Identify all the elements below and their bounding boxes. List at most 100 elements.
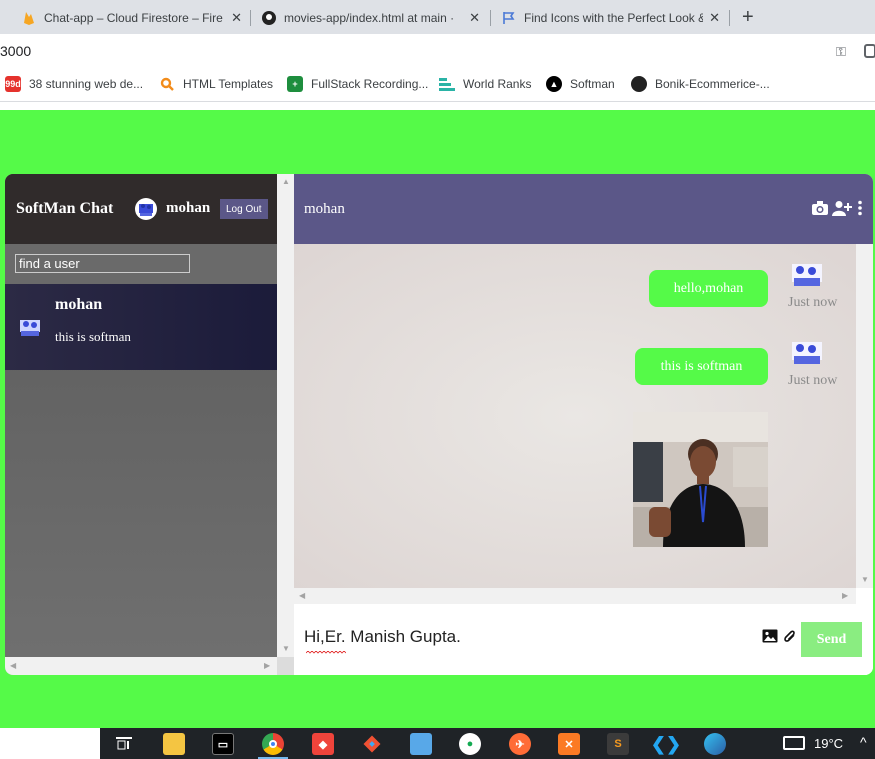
chat-contact-name: mohan (304, 201, 345, 217)
list-item[interactable]: mohan this is softman (5, 284, 277, 370)
github-icon (262, 11, 276, 25)
messages-vertical-scrollbar[interactable]: ▼ (856, 244, 873, 588)
postman-icon[interactable]: ✈ (509, 733, 531, 755)
bookmark-bonik[interactable]: Bonik-Ecommerice-... (631, 76, 770, 92)
tab-separator (250, 10, 251, 26)
bookmark-label: 38 stunning web de... (29, 77, 144, 91)
anydesk-icon[interactable]: ◆ (312, 733, 334, 755)
avatar (790, 338, 824, 368)
image-icon[interactable] (762, 629, 778, 648)
messages-horizontal-scrollbar[interactable]: ◀ ▶ (294, 588, 856, 604)
bars-icon (439, 76, 455, 92)
weather-icon[interactable] (783, 736, 805, 750)
flag-icon (502, 11, 516, 25)
task-view-icon[interactable] (113, 733, 135, 755)
search-input[interactable] (15, 254, 190, 273)
xampp-icon[interactable]: ✕ (558, 733, 580, 755)
chat-item-name: mohan (55, 296, 103, 313)
avatar (135, 198, 157, 220)
avatar (790, 260, 824, 290)
bookmark-fullstack[interactable]: + FullStack Recording... (287, 76, 428, 92)
tab-separator (490, 10, 491, 26)
chat-panel: mohan hello,mohan Just now this is softm… (294, 174, 873, 675)
spellcheck-underline (306, 651, 346, 654)
page-background: SoftMan Chat mohan Log Out mohan this is… (0, 110, 875, 728)
notepad-icon[interactable] (410, 733, 432, 755)
temperature-text[interactable]: 19°C (814, 736, 843, 751)
message-composer: Send (294, 604, 873, 675)
edge-icon[interactable] (704, 733, 726, 755)
add-user-icon[interactable] (832, 200, 852, 221)
message-bubble: this is softman (635, 348, 768, 385)
new-tab-button[interactable]: + (742, 6, 754, 29)
sidebar-horizontal-scrollbar[interactable]: ◀ ▶ (5, 657, 277, 675)
chrome-icon[interactable] (262, 733, 284, 755)
arrow-left-icon[interactable]: ◀ (299, 591, 305, 600)
arrow-right-icon[interactable]: ▶ (264, 661, 270, 670)
url-text[interactable]: 3000 (0, 43, 31, 59)
arrow-down-icon[interactable]: ▼ (282, 644, 290, 653)
bookmark-label: World Ranks (463, 77, 532, 91)
sheet-icon: + (287, 76, 303, 92)
bookmark-38-stunning[interactable]: 99d 38 stunning web de... (5, 76, 143, 92)
address-bar[interactable]: 3000 ⚿ (0, 34, 875, 68)
logout-button[interactable]: Log Out (220, 199, 268, 219)
key-icon[interactable]: ⚿ (836, 44, 846, 60)
chevron-up-icon[interactable]: ^ (860, 734, 867, 750)
brand-title: SoftMan Chat (16, 200, 114, 217)
send-button[interactable]: Send (801, 622, 862, 657)
message-bubble: hello,mohan (649, 270, 768, 307)
arrow-left-icon[interactable]: ◀ (10, 661, 16, 670)
close-icon[interactable]: ✕ (469, 10, 480, 26)
tab-chat-app[interactable]: Chat-app – Cloud Firestore – Fire ✕ (14, 4, 250, 32)
browser-tab-bar: Chat-app – Cloud Firestore – Fire ✕ movi… (0, 0, 875, 34)
avatar (17, 314, 43, 340)
terminal-icon[interactable]: ▭ (212, 733, 234, 755)
tab-label: Chat-app – Cloud Firestore – Fire (44, 11, 223, 25)
github-icon (631, 76, 647, 92)
bookmark-softman[interactable]: ▲ Softman (546, 76, 615, 92)
arrow-right-icon[interactable]: ▶ (842, 591, 848, 600)
sidebar-header: SoftMan Chat mohan Log Out (5, 174, 277, 244)
message-timestamp: Just now (788, 373, 838, 388)
bookmarks-bar: 99d 38 stunning web de... HTML Templates… (0, 68, 875, 102)
sidebar: SoftMan Chat mohan Log Out mohan this is… (5, 174, 277, 675)
arrow-down-icon[interactable]: ▼ (861, 575, 869, 584)
mongodb-icon[interactable]: ● (459, 733, 481, 755)
paperclip-icon[interactable] (783, 629, 797, 649)
softman-icon: ▲ (546, 76, 562, 92)
extension-icon[interactable] (864, 44, 875, 58)
99d-icon: 99d (5, 76, 21, 92)
sublime-icon[interactable]: S (607, 733, 629, 755)
message-photo (633, 412, 768, 547)
more-options-icon[interactable] (858, 200, 862, 221)
sidebar-vertical-scrollbar[interactable]: ▲ ▼ (277, 174, 294, 657)
close-icon[interactable]: ✕ (709, 10, 720, 26)
chat-header: mohan (294, 174, 873, 244)
vscode-icon[interactable]: ❮❯ (651, 733, 681, 755)
file-explorer-icon[interactable] (163, 733, 185, 755)
git-icon[interactable] (361, 733, 383, 755)
taskbar: ▭ ◆ ● ✈ ✕ S ❮❯ 19°C ^ (100, 728, 875, 759)
scrollbar-corner (277, 657, 294, 675)
tab-label: Find Icons with the Perfect Look & (524, 11, 704, 25)
close-icon[interactable]: ✕ (231, 10, 242, 26)
tab-find-icons[interactable]: Find Icons with the Perfect Look & ✕ (494, 4, 728, 32)
search-area (5, 244, 277, 284)
tab-separator (729, 10, 730, 26)
search-icon (159, 76, 175, 92)
bookmark-label: FullStack Recording... (311, 77, 429, 91)
bookmark-world-ranks[interactable]: World Ranks (439, 76, 531, 92)
arrow-up-icon[interactable]: ▲ (282, 177, 290, 186)
bookmark-html-templates[interactable]: HTML Templates (159, 76, 273, 92)
camera-icon[interactable] (811, 200, 829, 221)
bookmark-label: Softman (570, 77, 615, 91)
chat-app-container: SoftMan Chat mohan Log Out mohan this is… (5, 174, 873, 675)
taskbar-blank (0, 728, 100, 759)
tab-movies-app[interactable]: movies-app/index.html at main · ✕ (254, 4, 488, 32)
messages-area: hello,mohan Just now this is softman Jus… (294, 244, 856, 588)
firebase-icon (22, 11, 36, 25)
bookmark-label: Bonik-Ecommerice-... (655, 77, 770, 91)
bookmark-label: HTML Templates (183, 77, 274, 91)
message-input[interactable] (304, 624, 744, 650)
